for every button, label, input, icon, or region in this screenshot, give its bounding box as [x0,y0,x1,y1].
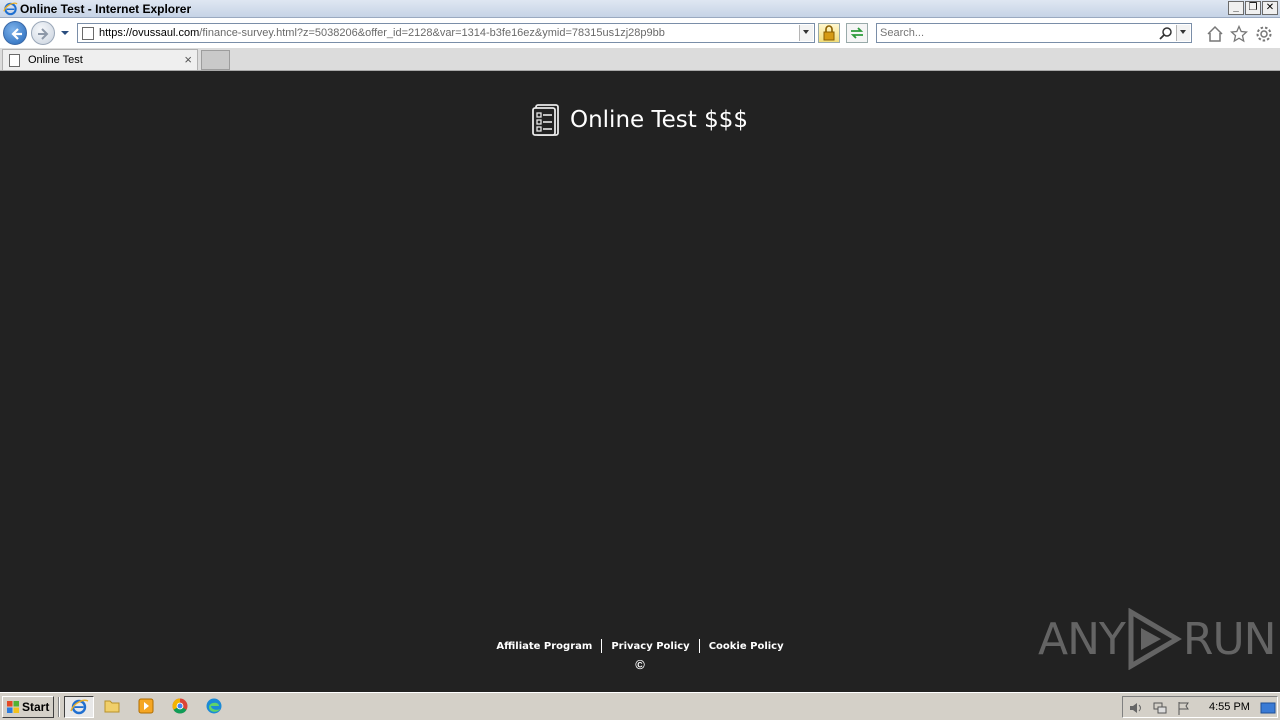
forward-button[interactable] [31,21,55,45]
arrow-left-icon [11,28,22,40]
internet-explorer-icon [3,2,18,16]
page-icon [9,54,20,67]
search-box[interactable] [876,23,1192,43]
anyrun-watermark: ANY RUN [1038,608,1277,670]
internet-explorer-icon [70,699,89,715]
window-title: Online Test - Internet Explorer [20,2,192,16]
tab-online-test[interactable]: Online Test × [2,49,198,70]
chrome-icon [172,698,188,714]
url-host: https://ovussaul.com [99,27,200,39]
checklist-document-icon [532,104,559,136]
speaker-icon[interactable] [1128,700,1144,716]
address-bar[interactable]: https://ovussaul.com/finance-survey.html… [77,23,815,43]
page-content: Online Test $$$ Affiliate Program Privacy… [0,71,1280,692]
new-tab-button[interactable] [201,50,230,70]
window-title-bar: Online Test - Internet Explorer _ ❐ ✕ [0,0,1280,18]
windows-flag-icon [7,701,19,713]
security-lock-button[interactable] [818,23,840,43]
action-center-flag-icon[interactable] [1176,700,1192,716]
navigation-bar: https://ovussaul.com/finance-survey.html… [0,18,1280,48]
minimize-button[interactable]: _ [1228,1,1244,15]
address-dropdown-button[interactable] [799,25,813,41]
tab-close-button[interactable]: × [184,52,192,67]
affiliate-program-link[interactable]: Affiliate Program [488,641,600,652]
taskbar: Start 4:55 PM [0,692,1280,720]
taskbar-internet-explorer[interactable] [64,696,94,718]
clock[interactable]: 4:55 PM [1209,701,1250,713]
cookie-policy-link[interactable]: Cookie Policy [701,641,792,652]
tab-label: Online Test [28,54,83,66]
chevron-down-icon [1180,30,1186,34]
footer-divider [601,639,603,653]
url-path: /finance-survey.html?z=5038206&offer_id=… [199,27,665,39]
back-button[interactable] [3,21,27,45]
taskbar-media-player[interactable] [132,696,162,718]
favorites-star-icon[interactable] [1230,25,1248,43]
taskbar-separator [58,697,60,717]
start-button[interactable]: Start [2,696,54,718]
edge-icon [206,698,222,714]
close-window-button[interactable]: ✕ [1262,1,1278,15]
watermark-text-left: ANY [1038,613,1126,665]
search-input[interactable] [880,26,1150,40]
tab-bar: Online Test × [0,48,1280,71]
lock-icon [823,25,835,41]
taskbar-edge[interactable] [200,696,230,718]
restore-button[interactable]: ❐ [1245,1,1261,15]
network-icon[interactable] [1152,700,1168,716]
site-logo[interactable]: Online Test $$$ [532,103,748,137]
chevron-down-icon [803,30,809,34]
privacy-policy-link[interactable]: Privacy Policy [603,641,697,652]
taskbar-file-explorer[interactable] [98,696,128,718]
arrow-right-icon [38,28,49,40]
gear-icon[interactable] [1255,25,1273,43]
site-header: Online Test $$$ [0,103,1280,140]
footer-divider [698,639,700,653]
start-label: Start [22,700,50,714]
show-desktop-icon[interactable] [1260,700,1276,716]
folder-icon [104,700,120,713]
site-title: Online Test $$$ [569,107,748,133]
watermark-text-right: RUN [1182,613,1277,665]
history-dropdown-icon[interactable] [59,27,71,39]
play-triangle-icon [1128,608,1182,670]
search-provider-dropdown[interactable] [1176,25,1190,41]
search-icon[interactable] [1159,26,1173,40]
home-icon[interactable] [1206,25,1224,43]
page-icon [82,27,94,40]
system-tray: 4:55 PM [1122,696,1278,718]
url-text[interactable]: https://ovussaul.com/finance-survey.html… [99,27,665,39]
taskbar-chrome[interactable] [166,696,196,718]
media-player-icon [138,698,154,714]
refresh-icon [850,27,864,39]
refresh-button[interactable] [846,23,868,43]
